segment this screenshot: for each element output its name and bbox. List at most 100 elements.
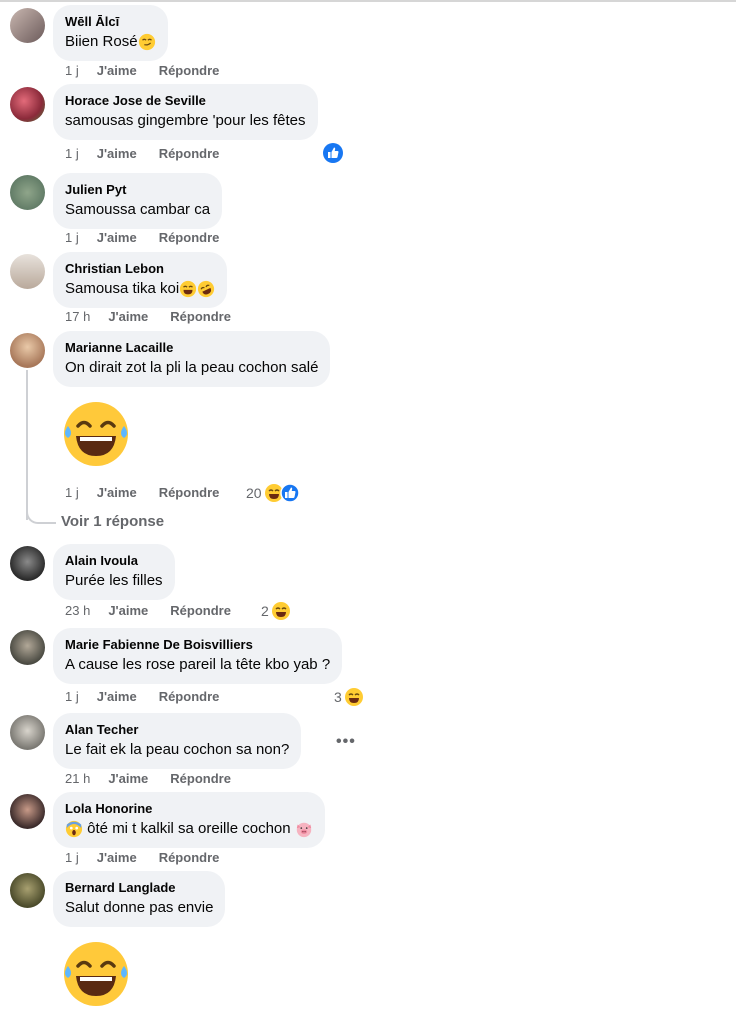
comment-author[interactable]: Lola Honorine — [65, 800, 313, 817]
avatar[interactable] — [10, 546, 45, 581]
avatar[interactable] — [10, 873, 45, 908]
reaction-count: 20 — [246, 485, 262, 501]
comment-actions: 1 j J'aime Répondre — [65, 146, 241, 161]
comment-actions: 1 j J'aime Répondre — [65, 850, 241, 865]
scream-emoji-icon — [65, 820, 83, 838]
comment-actions: 21 h J'aime Répondre — [65, 771, 253, 786]
avatar[interactable] — [10, 333, 45, 368]
reply-thread-line — [26, 370, 28, 520]
comment-bubble: Lola Honorine ôté mi t kalkil sa oreille… — [53, 792, 325, 848]
comment-actions: 1 j J'aime Répondre — [65, 230, 241, 245]
comment-time[interactable]: 1 j — [65, 850, 79, 865]
comment-text: Samousa tika koi — [65, 279, 215, 299]
reaction-count: 3 — [334, 689, 342, 705]
avatar[interactable] — [10, 715, 45, 750]
reaction-summary[interactable]: 20 — [246, 483, 300, 503]
comment-time[interactable]: 23 h — [65, 603, 90, 618]
reply-button[interactable]: Répondre — [159, 230, 220, 245]
joy-emoji-sticker — [64, 942, 128, 1006]
reply-button[interactable]: Répondre — [170, 309, 231, 324]
comment-text: Salut donne pas envie — [65, 899, 214, 916]
comment-author[interactable]: Alan Techer — [65, 721, 289, 738]
rofl-emoji-icon — [198, 280, 215, 298]
comment-time[interactable]: 1 j — [65, 485, 79, 500]
like-button[interactable]: J'aime — [108, 309, 148, 324]
more-options-icon[interactable]: ••• — [336, 733, 356, 751]
like-button[interactable]: J'aime — [97, 63, 137, 78]
comment-bubble: Bernard Langlade Salut donne pas envie — [53, 871, 226, 927]
comment-text: ôté mi t kalkil sa oreille cochon — [65, 819, 313, 839]
comment-bubble: Marie Fabienne De Boisvilliers A cause l… — [53, 628, 343, 684]
reply-button[interactable]: Répondre — [159, 146, 220, 161]
comment-author[interactable]: Bernard Langlade — [65, 879, 213, 896]
comment-author[interactable]: Horace Jose de Seville — [65, 92, 306, 109]
like-reaction-icon — [279, 483, 300, 503]
comment-text: Le fait ek la peau cochon sa non? — [65, 741, 290, 758]
comment-actions: 23 h J'aime Répondre — [65, 603, 253, 618]
comment-time[interactable]: 1 j — [65, 689, 79, 704]
comment-author[interactable]: Alain Ivoula — [65, 552, 163, 569]
comment-actions: 1 j J'aime Répondre — [65, 689, 241, 704]
comment-time[interactable]: 1 j — [65, 146, 79, 161]
like-button[interactable]: J'aime — [97, 850, 137, 865]
comment-author[interactable]: Marie Fabienne De Boisvilliers — [65, 636, 330, 653]
comment-bubble: Alan Techer Le fait ek la peau cochon sa… — [53, 713, 302, 769]
comment-text: samousas gingembre 'pour les fêtes — [65, 112, 306, 129]
comment-author[interactable]: Julien Pyt — [65, 181, 210, 198]
top-divider — [0, 0, 736, 2]
comment-text-body: Biien Rosé — [65, 33, 138, 50]
reply-button[interactable]: Répondre — [159, 63, 220, 78]
comment-text-body: Samousa tika koi — [65, 280, 180, 297]
reply-button[interactable]: Répondre — [170, 771, 231, 786]
laughing-reaction-icon — [344, 688, 363, 706]
comment-author[interactable]: Marianne Lacaille — [65, 339, 318, 356]
reply-button[interactable]: Répondre — [159, 850, 220, 865]
avatar[interactable] — [10, 794, 45, 829]
like-button[interactable]: J'aime — [97, 146, 137, 161]
comment-text: Samoussa cambar ca — [65, 201, 211, 218]
comment-actions: 1 j J'aime Répondre — [65, 63, 241, 78]
comment-text-body: ôté mi t kalkil sa oreille cochon — [87, 820, 291, 837]
avatar[interactable] — [10, 8, 45, 43]
comment-time[interactable]: 1 j — [65, 230, 79, 245]
comment-bubble: Marianne Lacaille On dirait zot la pli l… — [53, 331, 331, 387]
comment-bubble: Julien Pyt Samoussa cambar ca — [53, 173, 223, 229]
comment-text: A cause les rose pareil la tête kbo yab … — [65, 656, 331, 673]
comment-time[interactable]: 17 h — [65, 309, 90, 324]
reply-thread-curve — [26, 506, 56, 524]
comment-bubble: Christian Lebon Samousa tika koi — [53, 252, 228, 308]
reply-button[interactable]: Répondre — [170, 603, 231, 618]
laughing-emoji-icon — [180, 280, 197, 298]
comment-author[interactable]: Christian Lebon — [65, 260, 215, 277]
like-button[interactable]: J'aime — [108, 771, 148, 786]
comment-author[interactable]: Wēll Ālcī — [65, 13, 156, 30]
view-replies-link[interactable]: Voir 1 réponse — [61, 513, 164, 530]
comment-actions: 17 h J'aime Répondre — [65, 309, 253, 324]
like-button[interactable]: J'aime — [97, 689, 137, 704]
reply-button[interactable]: Répondre — [159, 485, 220, 500]
reaction-summary[interactable]: 3 — [334, 687, 364, 707]
comment-text: On dirait zot la pli la peau cochon salé — [65, 359, 319, 376]
like-button[interactable]: J'aime — [97, 230, 137, 245]
comment-text: Biien Rosé — [65, 32, 156, 52]
comment-bubble: Wēll Ālcī Biien Rosé — [53, 5, 168, 61]
reaction-summary[interactable] — [323, 143, 343, 163]
pig-face-emoji-icon — [296, 822, 311, 838]
comment-bubble: Alain Ivoula Purée les filles — [53, 544, 175, 600]
comment-text: Purée les filles — [65, 572, 163, 589]
avatar[interactable] — [10, 254, 45, 289]
avatar[interactable] — [10, 87, 45, 122]
comment-bubble: Horace Jose de Seville samousas gingembr… — [53, 84, 318, 140]
smirk-emoji-icon — [138, 33, 155, 51]
reply-button[interactable]: Répondre — [159, 689, 220, 704]
like-reaction-icon — [323, 143, 343, 163]
joy-emoji-sticker — [64, 402, 128, 466]
comment-time[interactable]: 1 j — [65, 63, 79, 78]
reaction-summary[interactable]: 2 — [261, 601, 291, 621]
like-button[interactable]: J'aime — [108, 603, 148, 618]
avatar[interactable] — [10, 630, 45, 665]
avatar[interactable] — [10, 175, 45, 210]
comment-time[interactable]: 21 h — [65, 771, 90, 786]
like-button[interactable]: J'aime — [97, 485, 137, 500]
reaction-count: 2 — [261, 603, 269, 619]
